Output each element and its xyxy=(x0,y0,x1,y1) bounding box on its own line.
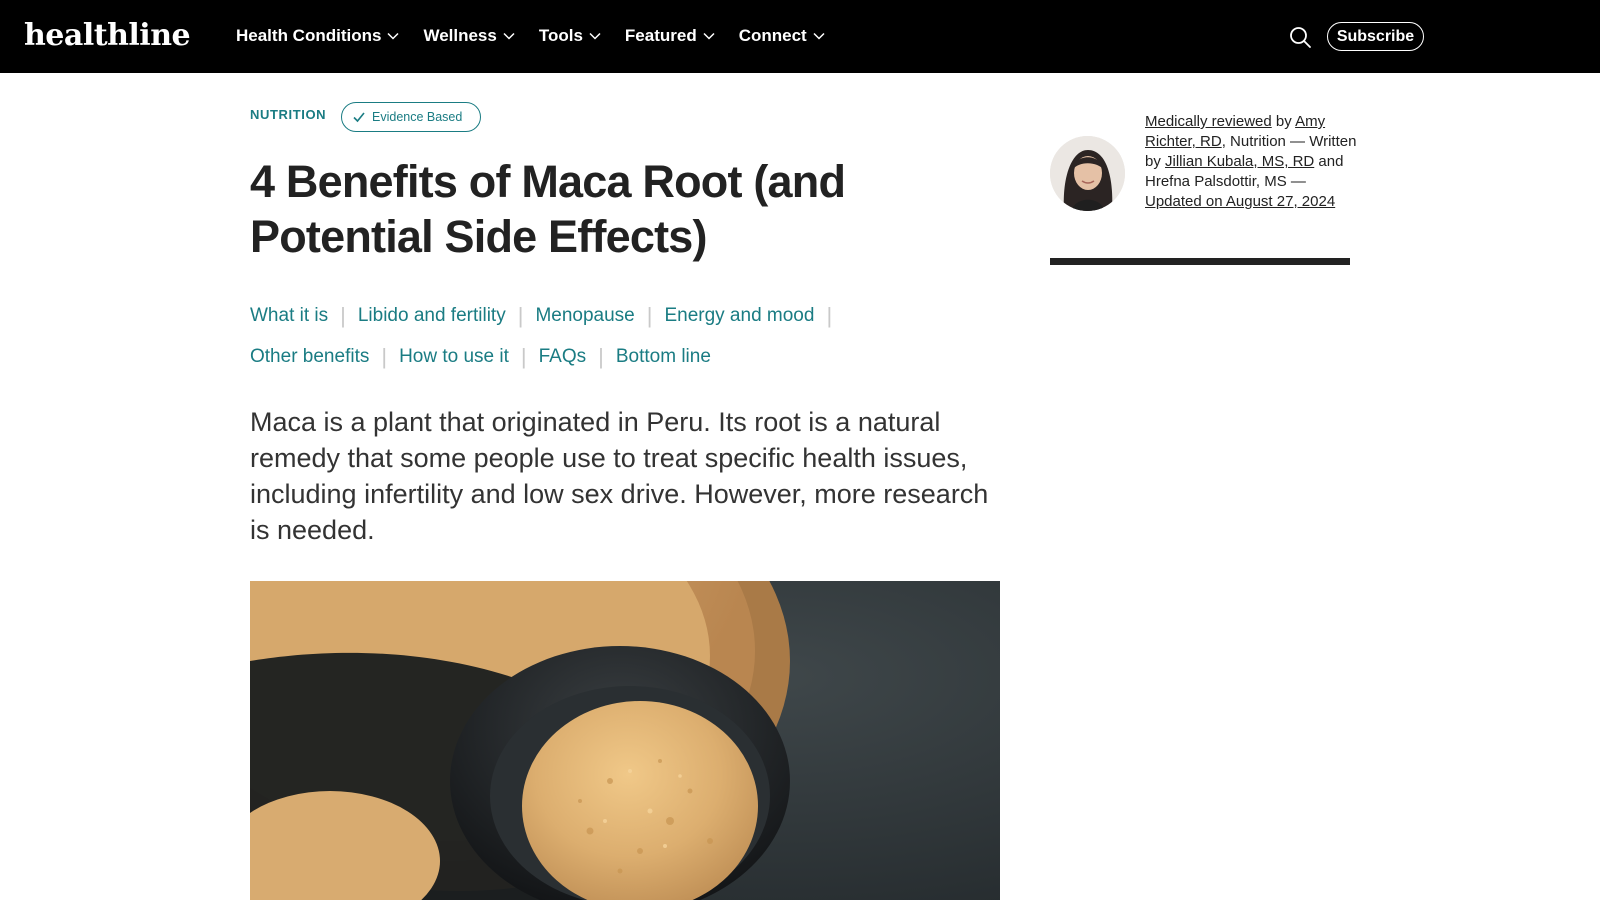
toc-row: What it is | Libido and fertility | Meno… xyxy=(250,300,990,332)
toc-link-menopause[interactable]: Menopause xyxy=(535,305,634,327)
toc-link-how-to-use[interactable]: How to use it xyxy=(399,346,509,368)
category-link[interactable]: NUTRITION xyxy=(250,107,326,122)
subscribe-button[interactable]: Subscribe xyxy=(1327,22,1424,51)
nav-label: Wellness xyxy=(423,26,497,45)
checkmark-icon xyxy=(353,112,365,123)
toc-link-energy[interactable]: Energy and mood xyxy=(664,305,814,327)
avatar-portrait xyxy=(1050,136,1125,211)
healthline-logo[interactable]: healthline xyxy=(24,17,191,55)
toc-link-other-benefits[interactable]: Other benefits xyxy=(250,346,369,368)
toc-link-libido[interactable]: Libido and fertility xyxy=(358,305,506,327)
nav-tools[interactable]: Tools xyxy=(539,26,601,46)
main-nav: Health Conditions Wellness Tools Feature… xyxy=(236,22,849,50)
nav-featured[interactable]: Featured xyxy=(625,26,715,46)
maca-powder-image xyxy=(250,581,1000,900)
toc-divider: | xyxy=(340,303,346,328)
nav-wellness[interactable]: Wellness xyxy=(423,26,515,46)
chevron-down-icon xyxy=(813,32,825,40)
reviewer-avatar xyxy=(1050,136,1125,211)
toc-link-what-it-is[interactable]: What it is xyxy=(250,305,328,327)
page-title: 4 Benefits of Maca Root (and Potential S… xyxy=(250,156,846,262)
toc-divider: | xyxy=(598,344,604,369)
sidebar-divider xyxy=(1050,258,1350,265)
article-intro: Maca is a plant that originated in Peru.… xyxy=(250,407,989,545)
toc-divider: | xyxy=(381,344,388,369)
medically-reviewed-link[interactable]: Medically reviewed xyxy=(1145,113,1272,130)
updated-date-link[interactable]: Updated on August 27, 2024 xyxy=(1145,193,1335,210)
toc-link-bottom-line[interactable]: Bottom line xyxy=(616,346,711,368)
nav-label: Connect xyxy=(738,26,807,45)
article-byline: Medically reviewed by Amy Richter, RD, N… xyxy=(1145,112,1360,212)
search-icon[interactable] xyxy=(1288,25,1312,49)
badge-label: Evidence Based xyxy=(372,110,463,124)
hero-image xyxy=(250,581,1000,900)
chevron-down-icon xyxy=(589,32,601,40)
toc-divider: | xyxy=(646,303,653,328)
chevron-down-icon xyxy=(387,32,399,40)
toc-link-faqs[interactable]: FAQs xyxy=(539,346,587,368)
nav-label: Tools xyxy=(538,26,583,45)
toc-divider: | xyxy=(520,344,527,369)
writer-link[interactable]: Jillian Kubala, MS, RD xyxy=(1165,153,1314,170)
toc-divider: | xyxy=(826,303,833,328)
nav-label: Health Conditions xyxy=(236,26,382,45)
site-header: healthline Health Conditions Wellness To… xyxy=(0,0,1600,73)
toc-divider: | xyxy=(517,303,524,328)
chevron-down-icon xyxy=(503,32,515,40)
nav-connect[interactable]: Connect xyxy=(739,26,825,46)
table-of-contents: What it is | Libido and fertility | Meno… xyxy=(250,300,990,382)
chevron-down-icon xyxy=(703,32,715,40)
nav-health-conditions[interactable]: Health Conditions xyxy=(236,26,399,46)
nav-label: Featured xyxy=(624,26,697,45)
byline-text: by xyxy=(1271,113,1296,130)
evidence-based-badge[interactable]: Evidence Based xyxy=(341,102,481,132)
toc-row: Other benefits | How to use it | FAQs | … xyxy=(250,341,990,373)
